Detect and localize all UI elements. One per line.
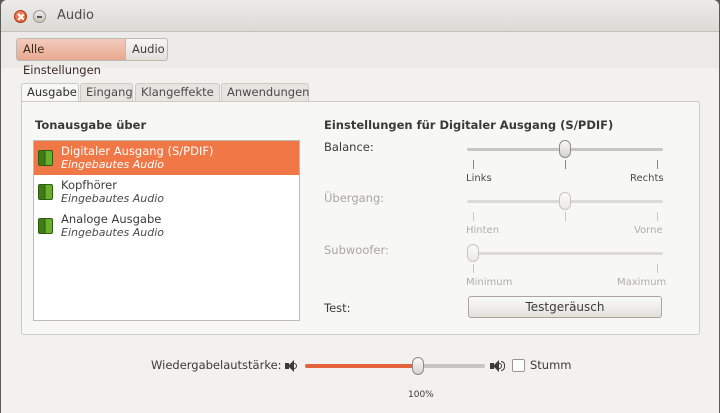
tick-mark [657, 212, 658, 221]
audio-window: Audio Alle Einstellungen Audio Ausgabe E… [1, 0, 719, 413]
balance-slider-handle[interactable] [559, 140, 571, 158]
volume-percent-label: 100% [408, 390, 434, 400]
mute-label: Stumm [530, 358, 572, 372]
tick-mark [473, 160, 474, 169]
minimize-icon[interactable] [33, 10, 46, 23]
list-item[interactable]: Analoge Ausgabe Eingebautes Audio [34, 209, 299, 243]
audio-card-icon [38, 218, 53, 234]
tick-mark [657, 160, 658, 169]
fade-right-label: Vorne [634, 225, 663, 236]
test-sound-button[interactable]: Testgeräusch [468, 296, 662, 318]
device-description: Eingebautes Audio [61, 158, 164, 171]
balance-left-label: Links [466, 173, 492, 184]
fade-left-label: Hinten [466, 225, 500, 236]
settings-heading: Einstellungen für Digitaler Ausgang (S/P… [324, 118, 614, 132]
tab-sound-effects[interactable]: Klangeffekte [135, 83, 220, 102]
balance-right-label: Rechts [630, 173, 664, 184]
output-volume-label: Wiedergabelautstärke: [151, 358, 282, 372]
list-item[interactable]: Digitaler Ausgang (S/PDIF) Eingebautes A… [34, 141, 299, 175]
toolbar: Alle Einstellungen Audio [1, 32, 719, 77]
fade-slider-handle[interactable] [559, 192, 571, 210]
volume-slider[interactable] [305, 364, 485, 368]
volume-high-icon [490, 360, 505, 372]
title-bar: Audio [1, 0, 719, 32]
tick-mark [657, 264, 658, 273]
fade-label: Übergang: [324, 191, 385, 205]
output-panel: Tonausgabe über Digitaler Ausgang (S/PDI… [21, 101, 700, 335]
volume-slider-fill [305, 364, 419, 368]
tick-mark [473, 264, 474, 273]
device-description: Eingebautes Audio [61, 192, 164, 205]
output-heading: Tonausgabe über [35, 118, 147, 132]
device-description: Eingebautes Audio [61, 226, 164, 239]
list-item[interactable]: Kopfhörer Eingebautes Audio [34, 175, 299, 209]
tick-mark [565, 212, 566, 221]
audio-card-icon [38, 184, 53, 200]
test-label: Test: [324, 301, 351, 315]
device-name: Analoge Ausgabe [61, 212, 162, 226]
window-title: Audio [57, 8, 94, 23]
subwoofer-min-label: Minimum [466, 277, 513, 288]
device-name: Digitaler Ausgang (S/PDIF) [61, 144, 214, 158]
tab-applications[interactable]: Anwendungen [221, 83, 309, 102]
volume-low-icon [285, 360, 299, 372]
close-icon[interactable] [14, 10, 27, 23]
subwoofer-max-label: Maximum [617, 277, 667, 288]
subwoofer-slider-handle[interactable] [467, 244, 479, 262]
tab-input[interactable]: Eingang [80, 83, 133, 102]
device-name: Kopfhörer [61, 178, 117, 192]
subwoofer-slider-track[interactable] [467, 252, 663, 255]
subwoofer-label: Subwoofer: [324, 243, 389, 257]
audio-card-icon [38, 150, 53, 166]
volume-slider-handle[interactable] [412, 357, 425, 375]
tick-mark [565, 160, 566, 169]
output-device-list[interactable]: Digitaler Ausgang (S/PDIF) Eingebautes A… [33, 140, 300, 321]
all-settings-button[interactable]: Alle Einstellungen [16, 38, 126, 77]
balance-label: Balance: [324, 140, 374, 154]
tick-mark [473, 212, 474, 221]
breadcrumb-audio[interactable]: Audio [126, 38, 168, 61]
mute-checkbox[interactable] [512, 359, 525, 372]
tab-output[interactable]: Ausgabe [21, 83, 79, 103]
